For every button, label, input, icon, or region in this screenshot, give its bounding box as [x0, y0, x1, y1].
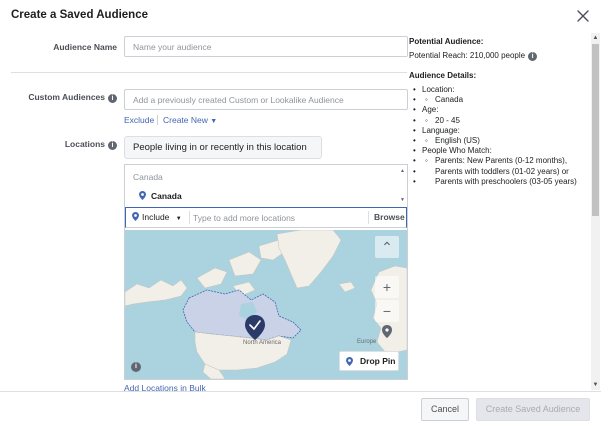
location-pin-icon — [346, 357, 353, 366]
detail-language-value-text: English (US) — [435, 136, 480, 146]
map-pan-up-button[interactable]: ⌃ — [375, 236, 399, 258]
detail-people-value-3: Parents with preschoolers (03-05 years) — [435, 176, 577, 186]
include-dropdown[interactable]: Include ▼ — [132, 212, 182, 222]
potential-reach: Potential Reach: 210,000 people i — [409, 51, 589, 61]
map-label-europe: Europe — [357, 339, 377, 345]
create-saved-audience-button[interactable]: Create Saved Audience — [476, 398, 590, 421]
scroll-up-icon[interactable]: ▲ — [592, 34, 599, 42]
custom-audiences-label-text: Custom Audiences — [28, 92, 105, 102]
map-label-north-america: North America — [243, 340, 282, 346]
create-new-label: Create New — [163, 115, 208, 125]
info-icon[interactable]: i — [108, 141, 117, 150]
detail-people-value-1: Parents: New Parents (0-12 months), — [435, 156, 568, 166]
location-map[interactable]: North America Europe ⌃ + − Drop Pin i — [125, 230, 407, 379]
include-separator — [189, 211, 190, 224]
location-search-input[interactable] — [193, 210, 365, 225]
browse-separator — [368, 211, 369, 224]
create-new-link[interactable]: Create New ▼ — [163, 115, 217, 125]
drop-pin-label: Drop Pin — [360, 356, 396, 366]
map-info-icon[interactable]: i — [131, 362, 141, 372]
audience-details-list: Location: ◦Canada Age: ◦20 - 45 Language… — [409, 85, 589, 187]
browse-button[interactable]: Browse — [374, 212, 405, 222]
selected-location-label: Canada — [151, 191, 182, 201]
audience-name-input[interactable] — [124, 36, 408, 57]
location-mode-value: People living in or recently in this loc… — [133, 142, 307, 153]
detail-language-value: ◦English (US) — [409, 136, 589, 146]
location-pin-icon — [132, 212, 139, 221]
selected-location-item[interactable]: Canada — [139, 191, 182, 201]
exclude-link[interactable]: Exclude — [124, 115, 154, 125]
detail-location-value-text: Canada — [435, 95, 464, 105]
detail-people-value-2: Parents with toddlers (01-02 years) or — [435, 166, 569, 176]
map-zoom-in-button[interactable]: + — [375, 276, 399, 298]
chevron-down-icon: ▼ — [210, 118, 218, 125]
audience-summary-panel: Potential Audience: Potential Reach: 210… — [409, 37, 589, 187]
info-icon[interactable]: i — [528, 52, 538, 61]
location-mode-dropdown[interactable]: People living in or recently in this loc… — [124, 136, 322, 170]
info-icon[interactable]: i — [108, 94, 117, 103]
map-zoom-out-button[interactable]: − — [375, 300, 399, 322]
detail-people-value: ◦Parents: New Parents (0-12 months), — [409, 156, 589, 166]
caret-down-icon: ▼ — [175, 216, 182, 222]
scroll-down-icon[interactable]: ▼ — [592, 381, 599, 389]
drop-pin-button[interactable]: Drop Pin — [339, 351, 399, 371]
cancel-button[interactable]: Cancel — [421, 398, 469, 421]
dialog-scrollbar-thumb[interactable] — [592, 44, 599, 216]
detail-location-value: ◦Canada — [409, 95, 589, 105]
dialog-title: Create a Saved Audience — [11, 9, 148, 21]
detail-language-label: Language: — [409, 126, 589, 136]
locations-label: Locations i — [12, 139, 117, 150]
location-selector: Canada Canada ▲ ▼ Include ▼ Browse — [124, 164, 408, 380]
detail-people-value-cont: Parents with toddlers (01-02 years) or — [409, 167, 589, 177]
close-icon[interactable] — [576, 9, 590, 23]
detail-location-label: Location: — [409, 85, 589, 95]
location-pin-icon — [139, 191, 146, 200]
detail-age-value-text: 20 - 45 — [435, 115, 460, 125]
custom-audiences-label: Custom Audiences i — [12, 92, 117, 103]
audience-details-heading: Audience Details: — [409, 71, 477, 80]
locations-label-text: Locations — [64, 139, 105, 149]
potential-reach-text: Potential Reach: 210,000 people — [409, 51, 526, 60]
potential-audience-heading: Potential Audience: — [409, 37, 484, 46]
detail-people-label: People Who Match: — [409, 146, 589, 156]
footer-divider — [0, 391, 601, 392]
detail-age-label: Age: — [409, 105, 589, 115]
detail-people-value-cont: Parents with preschoolers (03-05 years) — [409, 177, 589, 187]
location-search-row: Include ▼ Browse — [125, 207, 407, 228]
audience-name-label: Audience Name — [53, 42, 117, 52]
section-divider — [11, 72, 407, 73]
location-list-scrollbar[interactable]: ▲ ▼ — [399, 166, 406, 206]
detail-age-value: ◦20 - 45 — [409, 116, 589, 126]
location-group-header: Canada — [133, 172, 163, 182]
include-label: Include — [142, 212, 170, 222]
custom-audiences-input[interactable] — [124, 89, 408, 110]
link-separator — [157, 115, 158, 125]
